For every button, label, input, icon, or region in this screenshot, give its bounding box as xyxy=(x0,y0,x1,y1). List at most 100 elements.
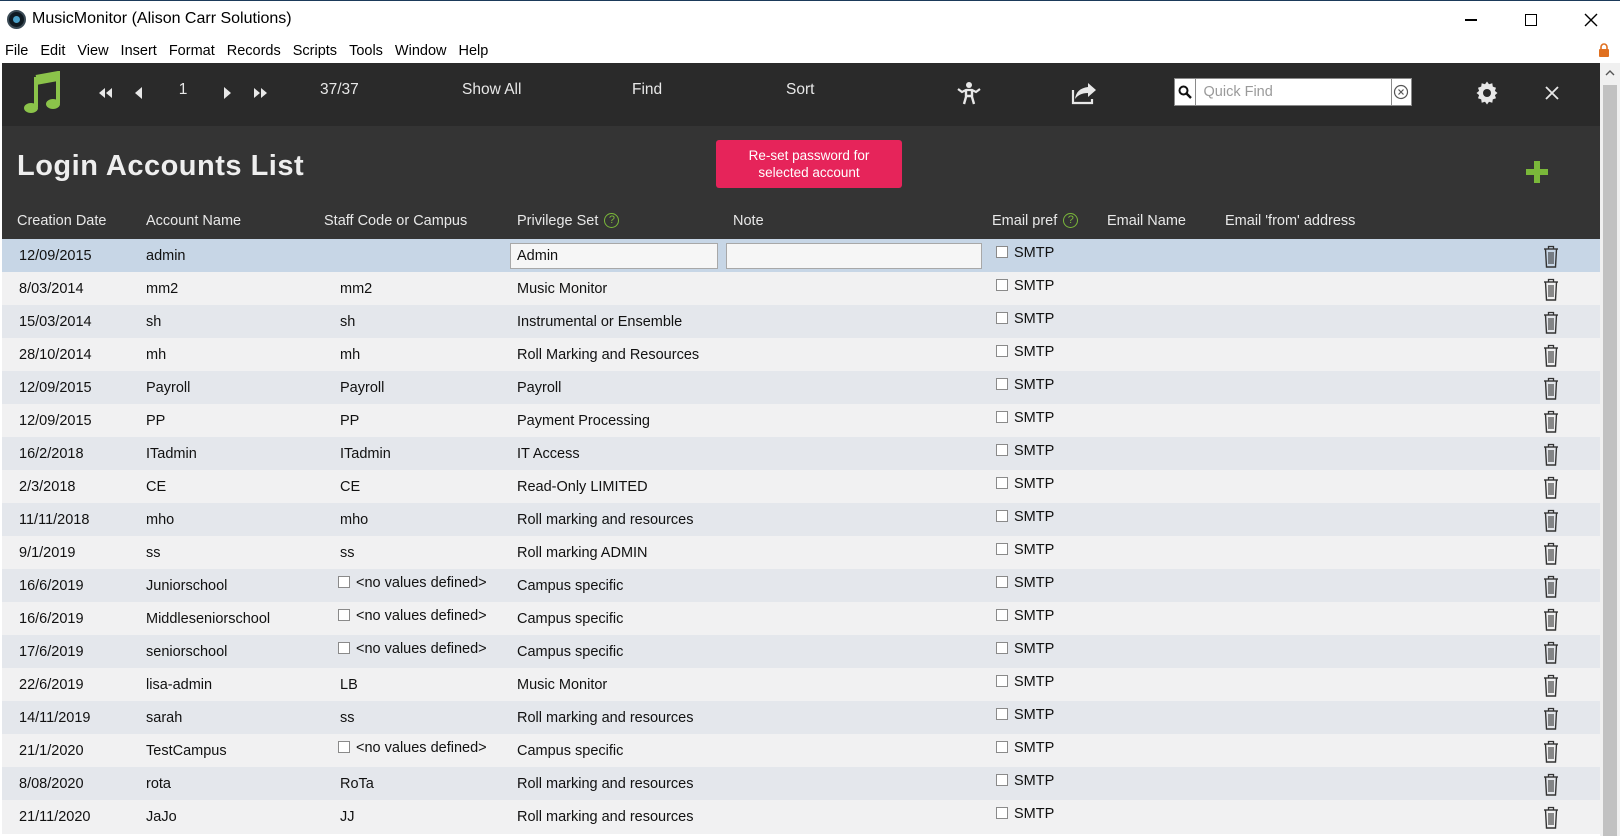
menu-view[interactable]: View xyxy=(71,43,114,59)
privilege-set-cell[interactable]: Instrumental or Ensemble xyxy=(517,314,682,330)
menu-insert[interactable]: Insert xyxy=(115,43,163,59)
previous-record-icon[interactable] xyxy=(128,81,152,105)
menu-records[interactable]: Records xyxy=(221,43,287,59)
privilege-set-field[interactable]: Admin xyxy=(510,243,718,269)
smtp-checkbox[interactable] xyxy=(996,312,1008,324)
first-record-icon[interactable] xyxy=(94,81,118,105)
creation-date-cell[interactable]: 8/03/2014 xyxy=(19,281,84,297)
account-name-cell[interactable]: TestCampus xyxy=(146,743,227,759)
last-record-icon[interactable] xyxy=(248,81,272,105)
staff-campus-checkbox[interactable] xyxy=(338,609,350,621)
account-name-cell[interactable]: rota xyxy=(146,776,171,792)
column-email-from[interactable]: Email 'from' address xyxy=(1225,213,1355,229)
smtp-checkbox[interactable] xyxy=(996,477,1008,489)
privilege-set-cell[interactable]: Campus specific xyxy=(517,578,623,594)
creation-date-cell[interactable]: 15/03/2014 xyxy=(19,314,92,330)
smtp-checkbox[interactable] xyxy=(996,444,1008,456)
account-name-cell[interactable]: JaJo xyxy=(146,809,177,825)
account-name-cell[interactable]: Juniorschool xyxy=(146,578,227,594)
column-creation-date[interactable]: Creation Date xyxy=(17,213,106,229)
privilege-set-cell[interactable]: Payment Processing xyxy=(517,413,650,429)
help-icon[interactable]: ? xyxy=(1063,213,1079,228)
creation-date-cell[interactable]: 16/2/2018 xyxy=(19,446,84,462)
staff-code-cell[interactable]: RoTa xyxy=(340,776,374,792)
creation-date-cell[interactable]: 12/09/2015 xyxy=(19,380,92,396)
staff-code-cell[interactable]: PP xyxy=(340,413,359,429)
smtp-checkbox[interactable] xyxy=(996,378,1008,390)
smtp-checkbox[interactable] xyxy=(996,510,1008,522)
scrollbar-thumb[interactable] xyxy=(1603,85,1617,836)
table-row[interactable]: 28/10/2014 mh mh Roll Marking and Resources… xyxy=(2,338,1600,372)
minimize-button[interactable] xyxy=(1448,5,1494,35)
privilege-set-cell[interactable]: Roll marking and resources xyxy=(517,776,694,792)
account-name-cell[interactable]: Payroll xyxy=(146,380,190,396)
trash-icon[interactable] xyxy=(1542,376,1560,400)
staff-code-cell[interactable]: JJ xyxy=(340,809,355,825)
smtp-checkbox[interactable] xyxy=(996,246,1008,258)
trash-icon[interactable] xyxy=(1542,244,1560,268)
table-row[interactable]: 8/08/2020 rota RoTa Roll marking and resour… xyxy=(2,767,1600,801)
show-all-button[interactable]: Show All xyxy=(462,81,521,99)
quick-find-input[interactable] xyxy=(1195,80,1391,104)
column-account-name[interactable]: Account Name xyxy=(146,213,241,229)
staff-code-cell[interactable]: mho xyxy=(340,512,368,528)
column-privilege-set-label[interactable]: Privilege Set xyxy=(517,213,598,229)
privilege-set-cell[interactable]: Read-Only LIMITED xyxy=(517,479,648,495)
privilege-set-cell[interactable]: Campus specific xyxy=(517,743,623,759)
trash-icon[interactable] xyxy=(1542,409,1560,433)
privilege-set-cell[interactable]: IT Access xyxy=(517,446,580,462)
creation-date-cell[interactable]: 9/1/2019 xyxy=(19,545,75,561)
privilege-set-cell[interactable]: Campus specific xyxy=(517,644,623,660)
table-row[interactable]: 9/1/2019 ss ss Roll marking ADMIN SMTP xyxy=(2,536,1600,570)
staff-code-cell[interactable]: mm2 xyxy=(340,281,372,297)
privilege-set-cell[interactable]: Roll Marking and Resources xyxy=(517,347,699,363)
account-name-cell[interactable]: mho xyxy=(146,512,174,528)
privilege-set-cell[interactable]: Music Monitor xyxy=(517,281,607,297)
smtp-checkbox[interactable] xyxy=(996,345,1008,357)
record-number[interactable]: 1 xyxy=(172,81,194,99)
plus-icon[interactable] xyxy=(1524,159,1550,185)
table-row[interactable]: 11/11/2018 mho mho Roll marking and resourc… xyxy=(2,503,1600,537)
table-row[interactable]: 12/09/2015 Payroll Payroll Payroll SMTP xyxy=(2,371,1600,405)
smtp-checkbox[interactable] xyxy=(996,642,1008,654)
table-row[interactable]: 15/03/2014 sh sh Instrumental or Ensemble SM… xyxy=(2,305,1600,339)
privilege-set-cell[interactable]: Music Monitor xyxy=(517,677,607,693)
table-row[interactable]: 17/6/2019 seniorschool <no values defined>… xyxy=(2,635,1600,669)
account-name-cell[interactable]: Middleseniorschool xyxy=(146,611,270,627)
trash-icon[interactable] xyxy=(1542,277,1560,301)
creation-date-cell[interactable]: 21/11/2020 xyxy=(19,809,91,825)
menu-edit[interactable]: Edit xyxy=(34,43,71,59)
staff-code-cell[interactable]: Payroll xyxy=(340,380,384,396)
creation-date-cell[interactable]: 16/6/2019 xyxy=(19,611,84,627)
account-name-cell[interactable]: CE xyxy=(146,479,166,495)
smtp-checkbox[interactable] xyxy=(996,708,1008,720)
next-record-icon[interactable] xyxy=(214,81,238,105)
trash-icon[interactable] xyxy=(1542,640,1560,664)
table-row[interactable]: 8/03/2014 mm2 mm2 Music Monitor SMTP xyxy=(2,272,1600,306)
trash-icon[interactable] xyxy=(1542,805,1560,829)
quick-find-clear-button[interactable] xyxy=(1390,79,1412,105)
account-name-cell[interactable]: admin xyxy=(146,248,186,264)
share-icon[interactable] xyxy=(1070,80,1098,106)
account-name-cell[interactable]: mh xyxy=(146,347,166,363)
creation-date-cell[interactable]: 11/11/2018 xyxy=(19,512,89,528)
creation-date-cell[interactable]: 28/10/2014 xyxy=(19,347,92,363)
menu-tools[interactable]: Tools xyxy=(343,43,389,59)
gear-icon[interactable] xyxy=(1475,81,1499,105)
trash-icon[interactable] xyxy=(1542,442,1560,466)
trash-icon[interactable] xyxy=(1542,607,1560,631)
table-row[interactable]: 16/2/2018 ITadmin ITadmin IT Access SMTP xyxy=(2,437,1600,471)
help-icon[interactable]: ? xyxy=(604,213,620,228)
column-staff-code[interactable]: Staff Code or Campus xyxy=(324,213,467,229)
column-email-name[interactable]: Email Name xyxy=(1107,213,1186,229)
menu-window[interactable]: Window xyxy=(389,43,453,59)
smtp-checkbox[interactable] xyxy=(996,807,1008,819)
account-name-cell[interactable]: PP xyxy=(146,413,165,429)
column-note[interactable]: Note xyxy=(733,213,764,229)
menu-format[interactable]: Format xyxy=(163,43,221,59)
close-icon[interactable] xyxy=(1540,81,1564,105)
column-email-pref-label[interactable]: Email pref xyxy=(992,213,1057,229)
staff-code-cell[interactable]: mh xyxy=(340,347,360,363)
smtp-checkbox[interactable] xyxy=(996,741,1008,753)
privilege-set-cell[interactable]: Roll marking and resources xyxy=(517,512,694,528)
